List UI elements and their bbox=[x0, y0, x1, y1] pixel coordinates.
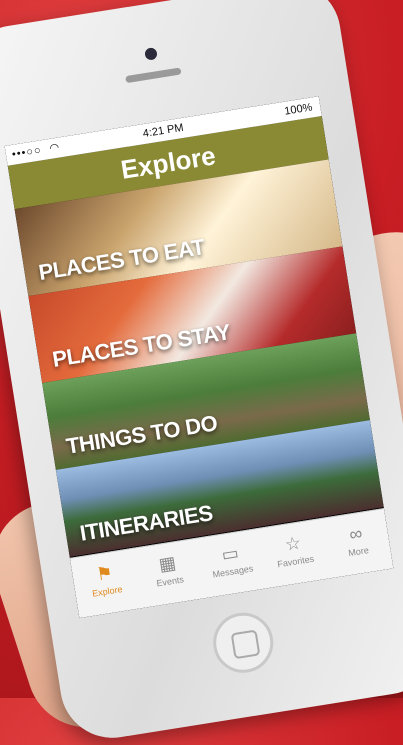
calendar-icon: ▦ bbox=[157, 552, 178, 575]
tab-label: Events bbox=[155, 574, 185, 589]
front-camera bbox=[144, 47, 158, 61]
tab-label: Explore bbox=[91, 584, 124, 599]
tab-label: Messages bbox=[211, 563, 254, 580]
signpost-icon: ⚑ bbox=[94, 562, 115, 585]
home-button[interactable] bbox=[208, 608, 278, 678]
tab-more[interactable]: ∞ More bbox=[321, 509, 393, 578]
folder-star-icon: ☆ bbox=[283, 532, 303, 555]
tab-label: Favorites bbox=[276, 553, 315, 570]
app-screen: •••○○ ◠ 4:21 PM 100% Explore PLACES TO E… bbox=[4, 96, 394, 619]
tab-favorites[interactable]: ☆ Favorites bbox=[258, 519, 330, 588]
earpiece-speaker bbox=[125, 67, 182, 84]
tab-explore[interactable]: ⚑ Explore bbox=[70, 549, 142, 618]
phone-device: •••○○ ◠ 4:21 PM 100% Explore PLACES TO E… bbox=[0, 0, 403, 745]
tab-label: More bbox=[347, 545, 370, 559]
tab-events[interactable]: ▦ Events bbox=[133, 539, 205, 608]
battery-level: 100% bbox=[283, 101, 314, 118]
tab-messages[interactable]: ▭ Messages bbox=[196, 529, 268, 598]
binoculars-icon: ∞ bbox=[347, 522, 364, 545]
